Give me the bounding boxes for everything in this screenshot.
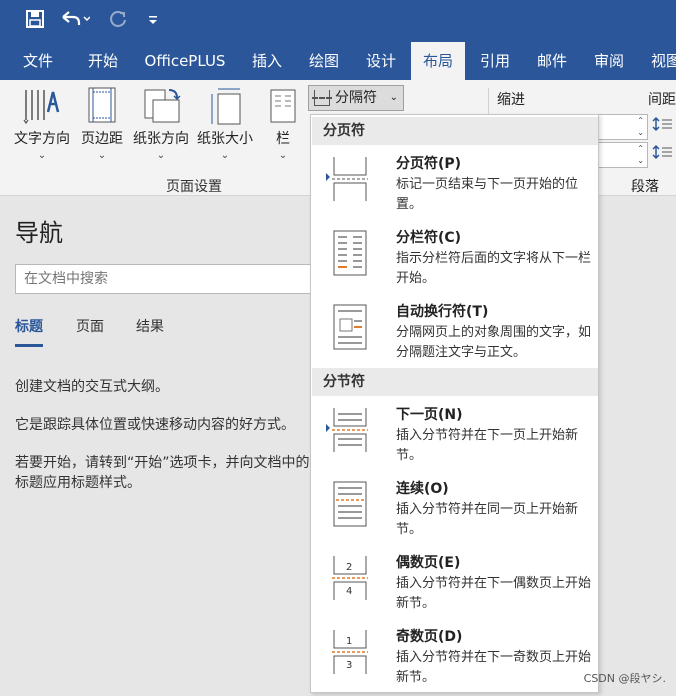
margins-button[interactable]: 页边距 ⌄ <box>76 86 128 164</box>
text-direction-label: 文字方向 <box>14 131 70 147</box>
nav-help-text-1: 创建文档的交互式大纲。 <box>15 379 169 395</box>
menu-item-title: 偶数页(E) <box>396 555 461 571</box>
tab-draw[interactable]: 绘图 <box>297 42 351 80</box>
menu-item-text-wrapping[interactable]: 自动换行符(T) 分隔网页上的对象周围的文字，如分隔题注文字与正文。 <box>312 295 598 369</box>
tab-view[interactable]: 视图 <box>639 42 676 80</box>
paragraph-group-label: 段落 <box>631 179 659 195</box>
breaks-menu: 分页符 分页符(P) 标记一页结束与下一页开始的位置。 分栏符(C) 指示分栏符… <box>310 114 599 693</box>
page-setup-group-label: 页面设置 <box>166 179 222 195</box>
odd-icon-top-number: 1 <box>346 636 352 647</box>
spacing-label: 间距 <box>648 92 676 108</box>
size-label: 纸张大小 <box>197 131 253 147</box>
section-breaks-section: 分节符 <box>312 368 598 396</box>
menu-item-odd-page[interactable]: 13 奇数页(D) 插入分节符并在下一奇数页上开始新节。 <box>312 620 598 694</box>
breaks-button[interactable]: 分隔符 ⌄ <box>308 85 404 111</box>
page-size-icon <box>208 86 242 125</box>
columns-label: 栏 <box>276 131 290 147</box>
chevron-down-icon: ⌄ <box>278 150 288 161</box>
indent-left-field[interactable]: ⌃ ⌄ <box>596 114 648 140</box>
indent-right-field[interactable]: ⌃ ⌄ <box>596 142 648 168</box>
ribbon-tabs: 文件 开始 OfficePLUS 插入 绘图 设计 布局 引用 邮件 审阅 视图 <box>0 42 676 80</box>
even-page-icon: 24 <box>332 554 368 600</box>
menu-item-title: 下一页(N) <box>396 407 463 423</box>
even-icon-bottom-number: 4 <box>346 586 352 597</box>
menu-item-desc: 插入分节符并在下一奇数页上开始新节。 <box>396 650 592 685</box>
tab-design[interactable]: 设计 <box>354 42 408 80</box>
nav-search-input[interactable] <box>15 264 315 294</box>
save-icon[interactable] <box>26 10 44 33</box>
selection-marker-icon <box>326 173 330 181</box>
menu-item-desc: 插入分节符并在下一偶数页上开始新节。 <box>396 576 592 611</box>
spacing-before-icon[interactable] <box>652 116 672 140</box>
tab-insert[interactable]: 插入 <box>240 42 294 80</box>
breaks-icon <box>312 90 332 106</box>
tab-file[interactable]: 文件 <box>10 42 66 80</box>
text-direction-button[interactable]: 文字方向 ⌄ <box>10 86 74 164</box>
column-break-icon <box>332 229 367 276</box>
redo-icon[interactable] <box>108 10 128 35</box>
columns-button[interactable]: 栏 ⌄ <box>266 86 300 164</box>
orientation-icon <box>144 86 181 124</box>
tab-home[interactable]: 开始 <box>76 42 130 80</box>
margins-label: 页边距 <box>81 131 123 147</box>
watermark: CSDN @段ヤシ. <box>583 672 666 685</box>
chevron-down-icon: ⌄ <box>156 150 166 161</box>
navigation-pane: 导航 标题 页面 结果 创建文档的交互式大纲。 它是跟踪具体位置或快速移动内容的… <box>0 197 315 696</box>
tab-references[interactable]: 引用 <box>468 42 522 80</box>
nav-tab-results[interactable]: 结果 <box>136 316 164 336</box>
orientation-button[interactable]: 纸张方向 ⌄ <box>130 86 192 164</box>
text-wrapping-icon <box>332 303 367 350</box>
menu-item-column-break[interactable]: 分栏符(C) 指示分栏符后面的文字将从下一栏开始。 <box>312 221 598 295</box>
menu-item-title: 连续(O) <box>396 481 449 497</box>
menu-item-next-page[interactable]: 下一页(N) 插入分节符并在下一页上开始新节。 <box>312 398 598 472</box>
menu-item-desc: 指示分栏符后面的文字将从下一栏开始。 <box>396 251 592 286</box>
nav-title: 导航 <box>15 219 63 247</box>
chevron-down-icon: ⌄ <box>97 150 107 161</box>
margins-icon <box>85 86 119 124</box>
menu-item-even-page[interactable]: 24 偶数页(E) 插入分节符并在下一偶数页上开始新节。 <box>312 546 598 620</box>
next-page-icon <box>332 406 368 452</box>
menu-item-page-break[interactable]: 分页符(P) 标记一页结束与下一页开始的位置。 <box>312 147 598 221</box>
nav-tab-headings[interactable]: 标题 <box>15 316 43 347</box>
tab-officeplus[interactable]: OfficePLUS <box>136 42 234 80</box>
menu-item-continuous[interactable]: 连续(O) 插入分节符并在同一页上开始新节。 <box>312 472 598 546</box>
chevron-down-icon: ⌄ <box>389 92 398 103</box>
nav-help-text-2: 它是跟踪具体位置或快速移动内容的好方式。 <box>15 417 295 433</box>
text-direction-icon <box>23 86 60 125</box>
menu-item-desc: 标记一页结束与下一页开始的位置。 <box>396 177 579 212</box>
page-breaks-section: 分页符 <box>312 117 598 145</box>
odd-icon-bottom-number: 3 <box>346 660 352 671</box>
tab-review[interactable]: 审阅 <box>582 42 636 80</box>
menu-item-title: 奇数页(D) <box>396 629 463 645</box>
menu-item-desc: 插入分节符并在下一页上开始新节。 <box>396 428 579 463</box>
odd-page-icon: 13 <box>332 628 368 674</box>
even-icon-top-number: 2 <box>346 562 352 573</box>
tab-mailings[interactable]: 邮件 <box>525 42 579 80</box>
menu-item-desc: 插入分节符并在同一页上开始新节。 <box>396 502 579 537</box>
chevron-down-icon: ⌄ <box>220 150 230 161</box>
selection-marker-icon <box>326 424 330 432</box>
menu-item-title: 自动换行符(T) <box>396 304 489 320</box>
menu-item-title: 分页符(P) <box>396 156 462 172</box>
chevron-down-icon: ⌄ <box>37 150 47 161</box>
breaks-label: 分隔符 <box>335 90 377 106</box>
customize-icon[interactable] <box>148 13 158 33</box>
tab-layout[interactable]: 布局 <box>411 42 465 80</box>
undo-icon[interactable] <box>60 10 91 33</box>
orientation-label: 纸张方向 <box>133 131 189 147</box>
menu-item-desc: 分隔网页上的对象周围的文字，如分隔题注文字与正文。 <box>396 325 592 360</box>
indent-label: 缩进 <box>497 92 525 108</box>
menu-item-title: 分栏符(C) <box>396 230 462 246</box>
columns-icon <box>266 86 300 124</box>
page-break-icon <box>332 155 368 201</box>
title-bar <box>0 0 676 42</box>
spacing-after-icon[interactable] <box>652 144 672 168</box>
size-button[interactable]: 纸张大小 ⌄ <box>194 86 256 164</box>
continuous-break-icon <box>332 480 367 527</box>
nav-help-text-3: 若要开始，请转到“开始”选项卡，并向文档中的标题应用标题样式。 <box>15 455 310 491</box>
nav-tab-pages[interactable]: 页面 <box>76 316 104 336</box>
